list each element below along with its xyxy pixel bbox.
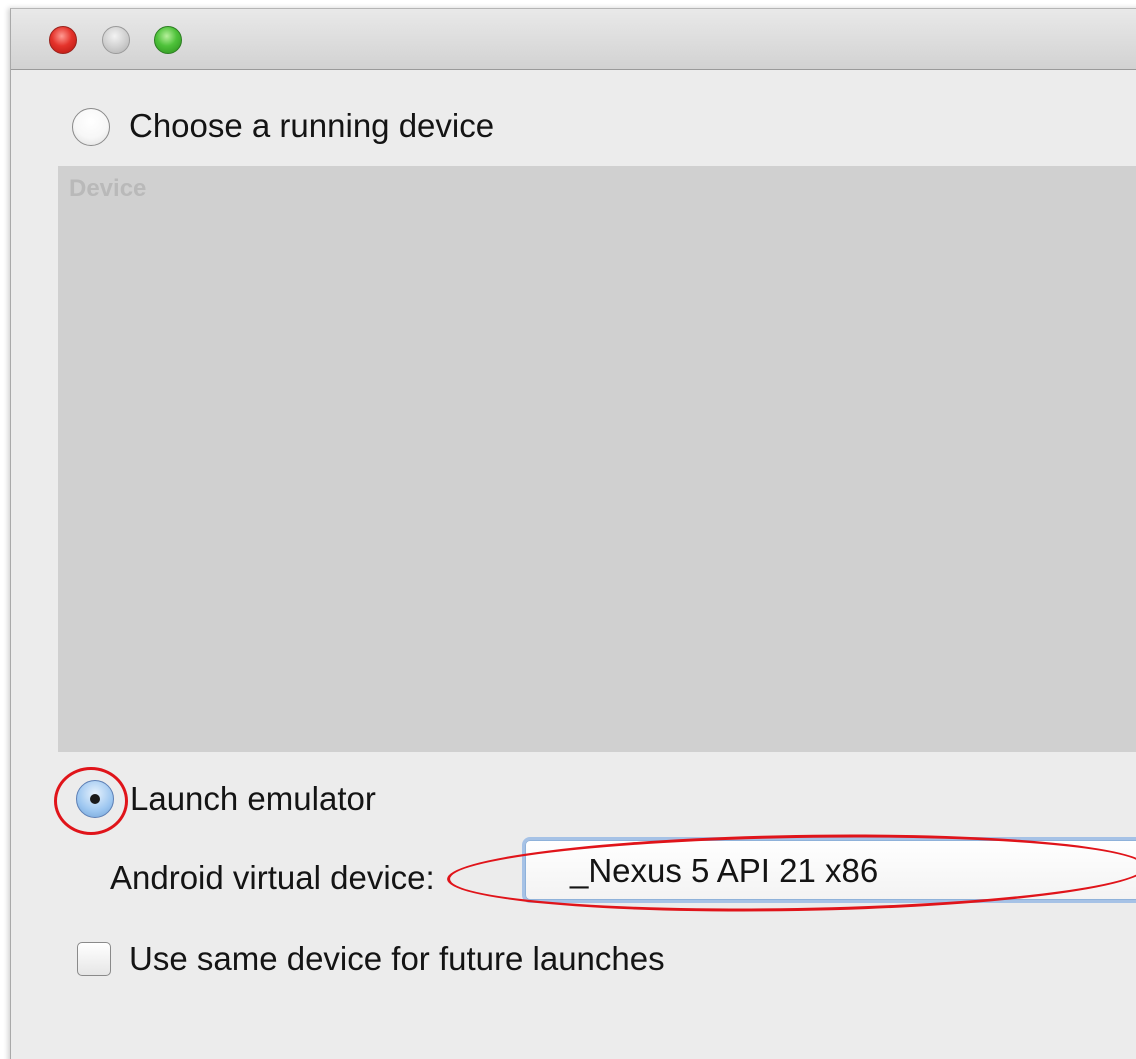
title-bar: [11, 9, 1136, 70]
choose-running-device-label[interactable]: Choose a running device: [129, 106, 494, 146]
device-column-header: Device: [69, 175, 147, 202]
close-window-button[interactable]: [49, 26, 77, 54]
same-device-checkbox[interactable]: [77, 942, 111, 976]
launch-emulator-label[interactable]: Launch emulator: [130, 779, 376, 819]
minimize-window-button[interactable]: [102, 26, 130, 54]
device-table[interactable]: Device: [58, 166, 1136, 752]
avd-dropdown[interactable]: _Nexus 5 API 21 x86: [525, 840, 1136, 900]
choose-running-device-radio[interactable]: [72, 108, 110, 146]
radio-selected-dot: [90, 794, 100, 804]
choose-device-dialog: Choose a running device Device Launch em…: [10, 8, 1136, 1059]
avd-label: Android virtual device:: [110, 859, 435, 896]
same-device-label[interactable]: Use same device for future launches: [129, 939, 665, 979]
avd-dropdown-value: _Nexus 5 API 21 x86: [570, 852, 879, 889]
zoom-window-button[interactable]: [154, 26, 182, 54]
launch-emulator-radio[interactable]: [76, 780, 114, 818]
screenshot-stage: Choose a running device Device Launch em…: [0, 0, 1136, 1059]
